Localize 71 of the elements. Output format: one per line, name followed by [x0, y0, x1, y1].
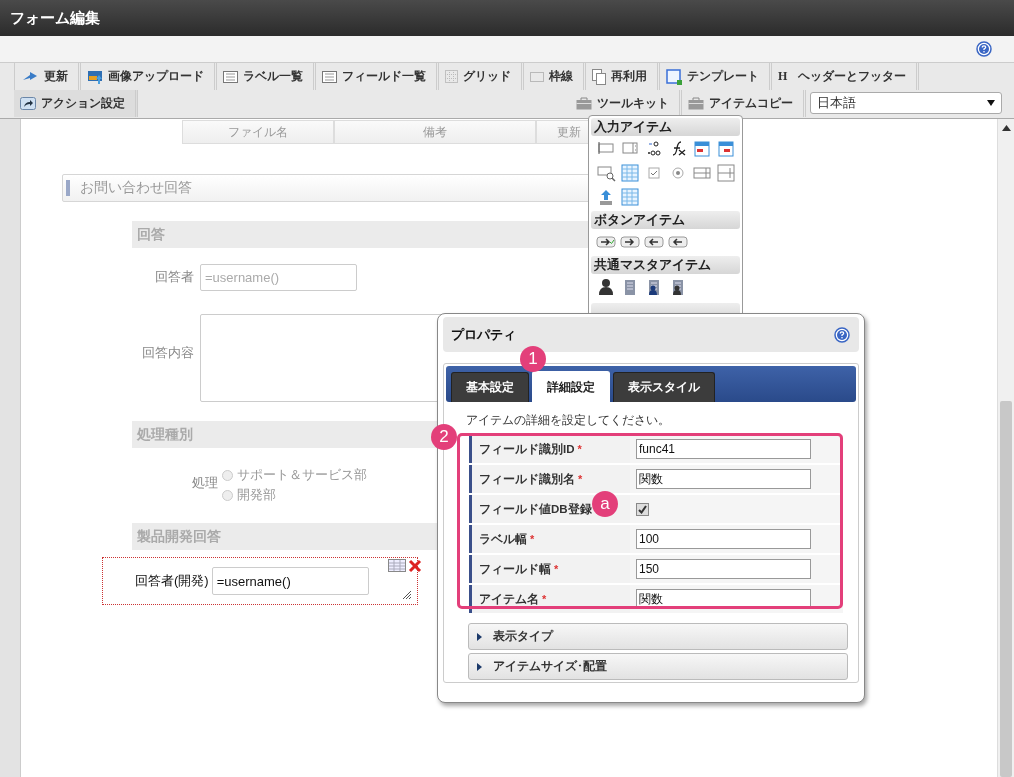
property-label: フィールド値DB登録 [479, 502, 592, 515]
caret-right-icon [477, 632, 483, 641]
share-icon [20, 97, 36, 110]
header-footer-icon: H [778, 69, 788, 84]
column-header: ファイル名 [182, 120, 334, 144]
scroll-up-icon[interactable] [1001, 125, 1011, 131]
template-icon [666, 68, 682, 85]
window-title: フォーム編集 [0, 0, 1014, 36]
input-field[interactable]: 関数 [636, 589, 811, 609]
input-field[interactable]: =username() [200, 264, 357, 291]
property-label: アイテム名 [479, 592, 539, 605]
caret-icon [987, 100, 995, 106]
update-icon [21, 70, 39, 83]
property-label: フィールド識別名 [479, 472, 575, 485]
property-label: ラベル幅 [479, 532, 527, 545]
required-mark: * [530, 532, 535, 545]
palette-section-header: ボタンアイテム [591, 211, 740, 229]
border-icon [530, 71, 544, 82]
calendar-icon[interactable] [692, 139, 712, 159]
input-field[interactable]: func41 [636, 439, 811, 459]
list-icon [223, 70, 238, 83]
required-mark: * [578, 472, 583, 485]
required-mark: * [554, 562, 559, 575]
required-mark: * [577, 442, 582, 455]
palette-section-header: 共通マスタアイテム [591, 256, 740, 274]
input-field[interactable]: =username() [211, 567, 369, 595]
accordion-header[interactable]: 表示タイプ [468, 623, 848, 650]
table-icon[interactable] [388, 559, 406, 572]
caret-right-icon [477, 662, 483, 671]
field-label: 回答内容 [141, 344, 194, 362]
grid-icon [445, 70, 458, 83]
palette-section-header: 入力アイテム [591, 118, 740, 136]
tab[interactable]: 表示スタイル [613, 372, 715, 402]
help-icon[interactable] [976, 41, 992, 57]
description-text: アイテムの詳細を設定してください。 [466, 412, 671, 429]
field-label: 回答者 [154, 268, 194, 286]
scrollbar-thumb[interactable] [1000, 401, 1012, 777]
field-label: 回答者(開発) [135, 572, 209, 590]
help-icon[interactable] [834, 326, 850, 343]
property-label: フィールド識別ID [479, 442, 575, 455]
toolbar-button[interactable]: フィールド一覧 [316, 63, 439, 90]
field-label: 処理 [192, 474, 218, 492]
toolbar-button[interactable]: アクション設定 [14, 90, 138, 117]
dialog-title: プロパティ [451, 325, 516, 344]
required-mark: * [542, 592, 547, 605]
tab[interactable]: 詳細設定 [532, 371, 610, 402]
selected-item-frame[interactable]: 回答者(開発) =username() [102, 557, 418, 605]
column-header: 備考 [334, 120, 536, 144]
toolbox-icon [576, 97, 592, 110]
property-label: フィールド幅 [479, 562, 551, 575]
calendar-icon[interactable] [716, 139, 736, 159]
checkbox[interactable] [636, 502, 649, 516]
language-select[interactable]: 日本語 [810, 92, 1002, 114]
person-icon[interactable] [596, 277, 616, 297]
image-upload-icon [87, 69, 103, 84]
input-field[interactable]: 100 [636, 529, 811, 549]
accordion-header[interactable]: アイテムサイズ･配置 [468, 653, 848, 680]
toolbox-icon [688, 97, 704, 110]
search-field-icon[interactable] [596, 163, 616, 183]
list-icon [322, 70, 337, 83]
input-field[interactable]: 150 [636, 559, 811, 579]
tab[interactable]: 基本設定 [451, 372, 529, 402]
toolbar-button[interactable]: ラベル一覧 [217, 63, 316, 90]
input-field[interactable]: 関数 [636, 469, 811, 489]
toolbar-button[interactable]: テンプレート [660, 63, 772, 90]
toolbar-button[interactable]: グリッド [439, 63, 524, 90]
resize-grip-icon[interactable] [403, 591, 411, 599]
close-icon[interactable] [408, 559, 422, 573]
copy-icon [592, 68, 606, 85]
toolbar-button[interactable]: 再利用 [586, 63, 660, 90]
toolbar-button[interactable]: 枠線 [524, 63, 586, 90]
